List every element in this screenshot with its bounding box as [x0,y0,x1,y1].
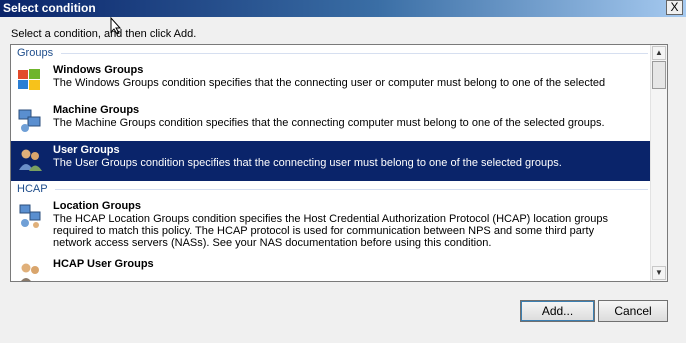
item-description: The HCAP Location Groups condition speci… [53,213,608,249]
add-button[interactable]: Add... [520,300,595,322]
list-item-windows-groups[interactable]: Windows Groups The Windows Groups condit… [11,61,652,101]
user-groups-icon [19,149,42,171]
cancel-button[interactable]: Cancel [598,300,668,322]
vertical-scrollbar[interactable]: ▲ ▼ [650,45,667,281]
list-item-machine-groups[interactable]: Machine Groups The Machine Groups condit… [11,101,652,141]
item-description: The User Groups condition specifies that… [53,157,562,169]
scroll-up-icon[interactable]: ▲ [652,46,666,60]
item-name: Machine Groups [53,104,140,116]
item-name: Location Groups [53,200,141,212]
group-divider [55,189,648,190]
list-item-location-groups[interactable]: Location Groups The HCAP Location Groups… [11,197,652,255]
item-description: The Windows Groups condition specifies t… [53,77,606,89]
close-button[interactable]: X [666,0,683,15]
list-item-hcap-user-groups[interactable]: HCAP User Groups [11,255,652,281]
instruction-text: Select a condition, and then click Add. [11,28,197,40]
item-name: Windows Groups [53,64,144,76]
scroll-thumb[interactable] [652,61,666,89]
group-header-label: Groups [17,47,54,59]
location-groups-icon [19,204,41,228]
item-name: User Groups [53,144,120,156]
machine-groups-icon [18,109,41,132]
item-name: HCAP User Groups [53,258,154,270]
group-header-label: HCAP [17,183,48,195]
hcap-user-groups-icon [21,263,39,281]
group-header-groups: Groups [11,45,652,61]
title-bar: Select condition X [0,0,686,17]
scroll-down-icon[interactable]: ▼ [652,266,666,280]
group-header-hcap: HCAP [11,181,652,197]
item-description: The Machine Groups condition specifies t… [53,117,605,129]
list-item-user-groups[interactable]: User Groups The User Groups condition sp… [11,141,652,181]
condition-list[interactable]: Groups Windows Groups The Windows Groups… [10,44,668,282]
group-divider [61,53,648,54]
window-title: Select condition [3,1,96,15]
windows-groups-icon [18,69,40,90]
condition-items: Groups Windows Groups The Windows Groups… [11,45,652,281]
